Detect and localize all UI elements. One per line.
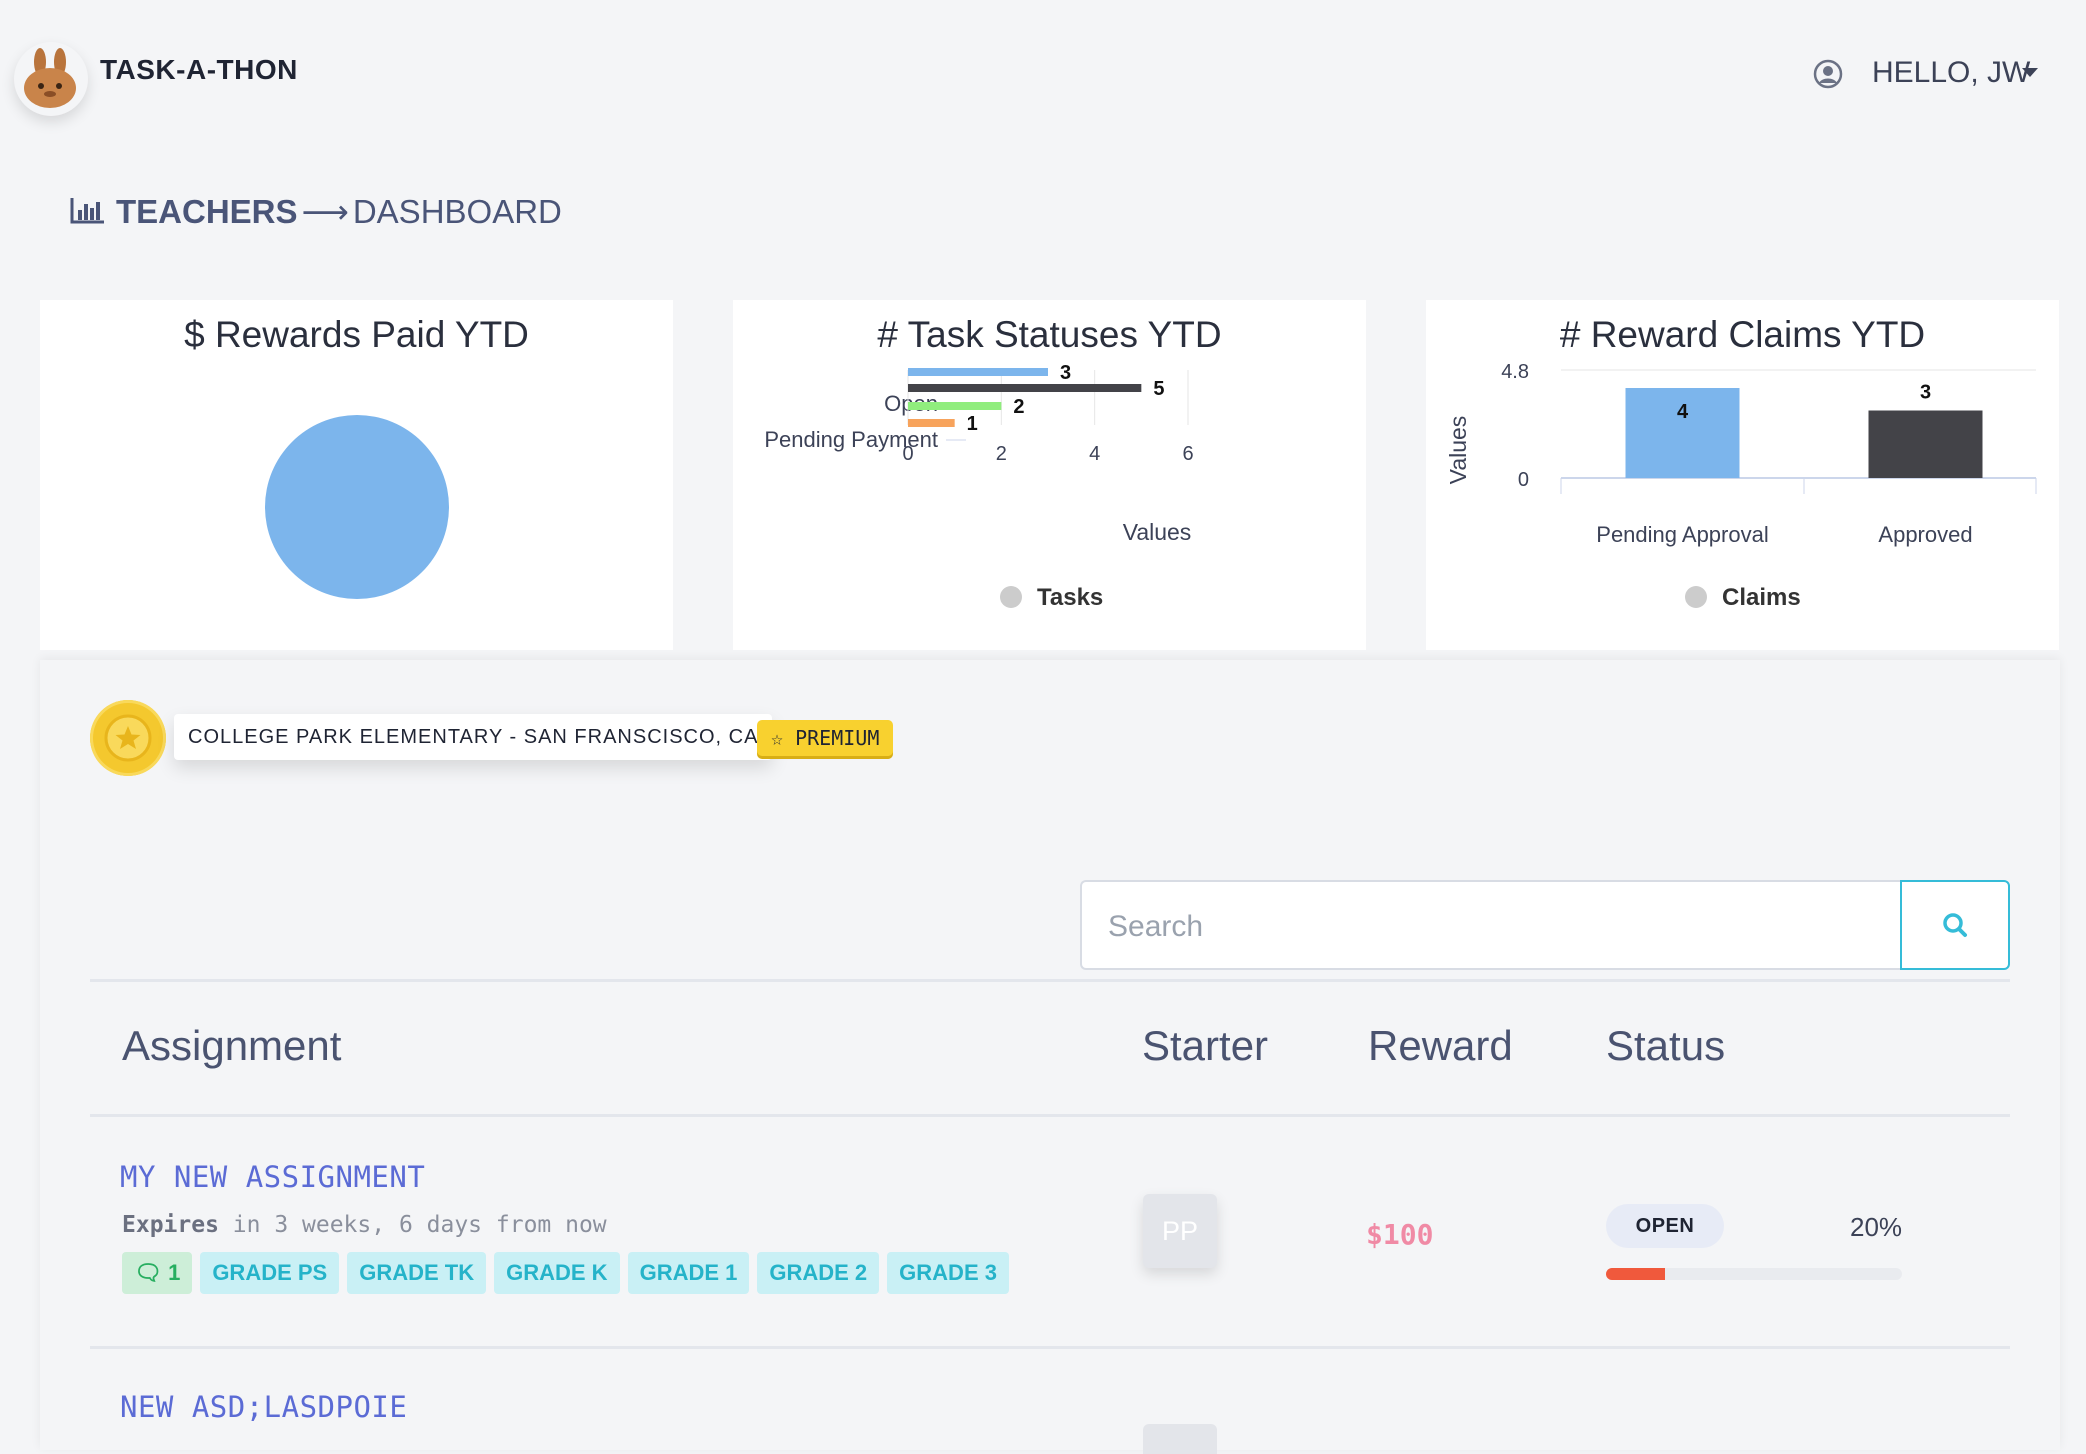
bar-chart-icon (70, 198, 104, 224)
premium-badge: ☆ PREMIUM (757, 720, 894, 756)
assignment-expiry: Expires in 3 weeks, 6 days from now (122, 1212, 607, 1238)
assignments-panel (40, 660, 2060, 1450)
bar (908, 402, 1002, 410)
y-tick-label: 4.8 (1501, 361, 1529, 383)
grade-tag[interactable]: GRADE 2 (757, 1252, 880, 1294)
y-axis-label: Values (1445, 416, 1471, 485)
brand-name[interactable]: TASK-A-THON (100, 54, 298, 86)
x-tick-label: 0 (902, 443, 913, 465)
breadcrumb-section[interactable]: TEACHERS (116, 193, 298, 230)
grade-tag[interactable]: GRADE 1 (627, 1252, 750, 1294)
search-input[interactable] (1106, 904, 1870, 950)
app-logo[interactable] (14, 42, 88, 116)
data-label: 3 (1920, 382, 1931, 404)
category-label-approved: Approved (1878, 522, 1972, 547)
bar (908, 419, 955, 427)
premium-label: PREMIUM (795, 726, 880, 750)
comment-count: 1 (168, 1260, 181, 1285)
column-header-starter[interactable]: Starter (1142, 1022, 1268, 1070)
grade-tag[interactable]: GRADE K (494, 1252, 620, 1294)
legend-dot (1685, 586, 1707, 608)
rewards-pie-chart (265, 415, 449, 599)
grade-tag[interactable]: GRADE 3 (887, 1252, 1009, 1294)
x-tick-label: 4 (1089, 443, 1100, 465)
divider (90, 1114, 2010, 1117)
legend-tasks[interactable]: Tasks (1037, 584, 1103, 611)
data-label: 5 (1153, 378, 1164, 400)
user-circle-icon[interactable] (1812, 58, 1844, 90)
data-label: 1 (967, 413, 978, 435)
x-tick-label: 6 (1182, 443, 1193, 465)
bar (908, 384, 1142, 392)
expires-label: Expires (122, 1212, 219, 1238)
divider (90, 979, 2010, 982)
pie-slice[interactable] (265, 415, 449, 599)
comment-count-badge[interactable]: 🗨 1 (122, 1252, 193, 1294)
bunny-icon (24, 48, 76, 108)
comment-icon: 🗨 (134, 1260, 162, 1285)
star-outline-icon: ☆ (771, 726, 784, 750)
rewards-paid-card: $ Rewards Paid YTD (40, 300, 673, 650)
status-badge: OPEN (1606, 1204, 1724, 1248)
data-label: 4 (1677, 401, 1689, 423)
reward-amount: $100 (1366, 1218, 1434, 1251)
expires-text: in 3 weeks, 6 days from now (218, 1212, 607, 1238)
search-icon (1943, 913, 1967, 937)
starter-avatar[interactable]: PP (1143, 1194, 1217, 1268)
user-menu-label[interactable]: HELLO, JW (1872, 56, 2030, 90)
data-label: 2 (1013, 396, 1024, 418)
search-button[interactable] (1900, 880, 2010, 970)
task-statuses-card: # Task Statuses YTD Open Pending Payment… (733, 300, 1366, 650)
assignment-title-link[interactable]: NEW ASD;LASDPOIE (120, 1390, 407, 1424)
y-tick-label: 0 (1518, 469, 1529, 491)
column-header-reward[interactable]: Reward (1368, 1022, 1513, 1070)
bar (908, 368, 1048, 376)
progress-percent: 20% (1850, 1212, 1903, 1242)
progress-bar (1606, 1268, 1902, 1280)
breadcrumb: TEACHERS ⟶ DASHBOARD (116, 192, 562, 231)
data-label: 3 (1060, 362, 1071, 384)
school-name[interactable]: COLLEGE PARK ELEMENTARY - SAN FRANSCISCO… (174, 714, 773, 760)
column-header-status[interactable]: Status (1606, 1022, 1725, 1070)
task-statuses-chart: Open Pending Payment Values Tasks 024635… (764, 362, 1193, 611)
star-medal-icon (104, 714, 152, 762)
starter-avatar[interactable] (1143, 1424, 1217, 1454)
chevron-down-icon[interactable] (2022, 68, 2038, 77)
column-header-assignment[interactable]: Assignment (122, 1022, 341, 1070)
grade-tag[interactable]: GRADE TK (347, 1252, 487, 1294)
assignment-tags: 🗨 1 GRADE PS GRADE TK GRADE K GRADE 1 GR… (122, 1252, 1009, 1294)
reward-claims-chart: Values Pending Approval Approved Claims … (1445, 361, 2037, 611)
x-axis-label: Values (1123, 519, 1192, 545)
bar (1868, 410, 1983, 478)
assignment-title-link[interactable]: MY NEW ASSIGNMENT (120, 1160, 425, 1194)
category-label-pending-approval: Pending Approval (1596, 522, 1768, 547)
breadcrumb-page: DASHBOARD (352, 193, 562, 230)
progress-bar-fill (1606, 1268, 1666, 1280)
grade-tag[interactable]: GRADE PS (200, 1252, 340, 1294)
x-tick-label: 2 (996, 443, 1007, 465)
legend-dot (1000, 586, 1022, 608)
breadcrumb-arrow: ⟶ (301, 193, 349, 230)
reward-claims-card: # Reward Claims YTD Values Pending Appro… (1426, 300, 2059, 650)
legend-claims[interactable]: Claims (1722, 584, 1801, 611)
search-field (1080, 880, 1900, 970)
divider (90, 1346, 2010, 1349)
school-medal (90, 700, 166, 776)
